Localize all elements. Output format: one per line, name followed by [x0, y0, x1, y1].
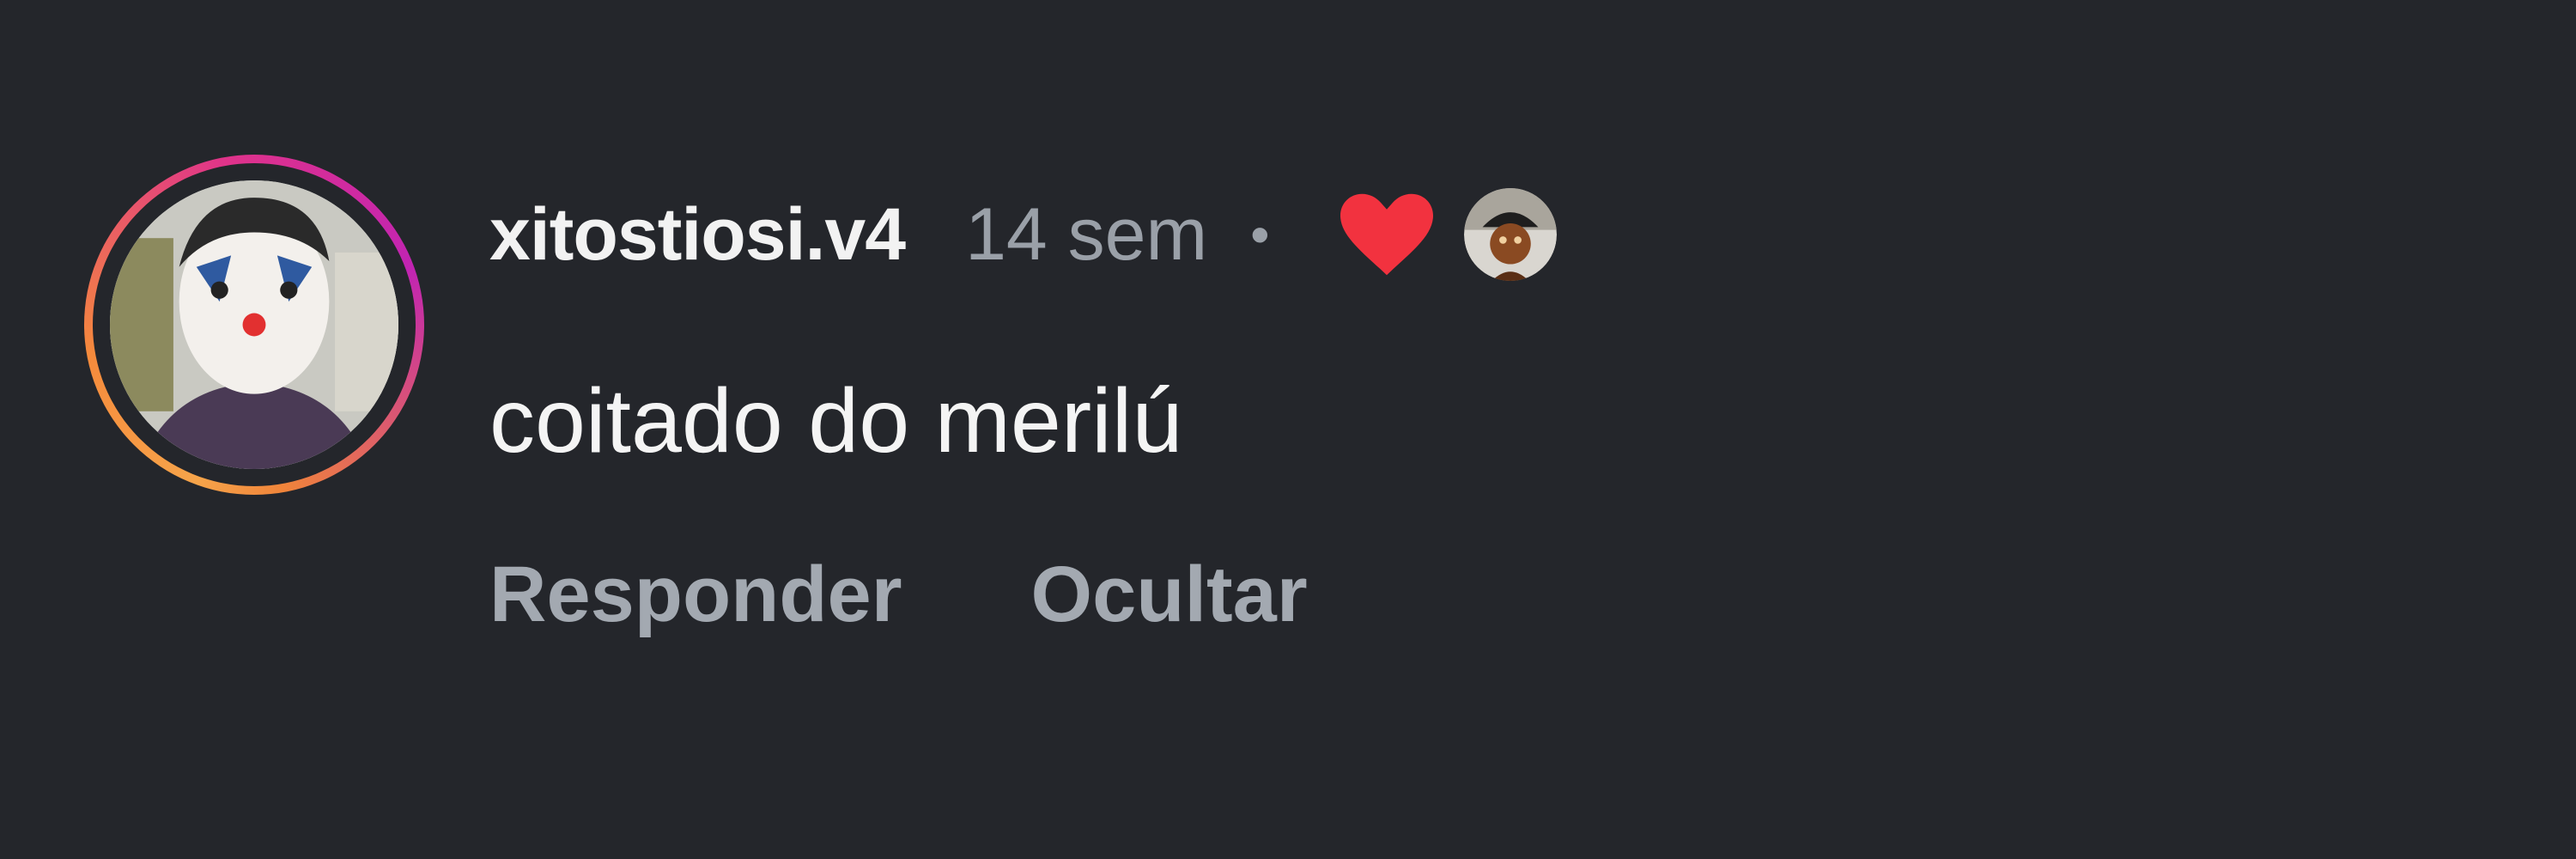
- username[interactable]: xitostiosi.v4: [489, 192, 906, 277]
- hide-button[interactable]: Ocultar: [1031, 550, 1308, 640]
- timestamp: 14 sem: [965, 192, 1208, 276]
- comment-text: coitado do merilú: [489, 370, 1183, 472]
- comment-header: xitostiosi.v4 14 sem •: [489, 179, 1557, 290]
- avatar[interactable]: [84, 155, 424, 495]
- clown-face-avatar-image: [110, 180, 398, 469]
- separator-dot: •: [1250, 204, 1270, 265]
- comment-item: xitostiosi.v4 14 sem • coitado do merilú…: [0, 0, 2576, 859]
- reply-button[interactable]: Responder: [489, 550, 902, 640]
- liker-avatar-icon: [1463, 188, 1557, 281]
- comment-actions: Responder Ocultar: [489, 550, 1308, 640]
- heart-icon[interactable]: [1340, 193, 1433, 276]
- avatar-photo: [110, 180, 398, 469]
